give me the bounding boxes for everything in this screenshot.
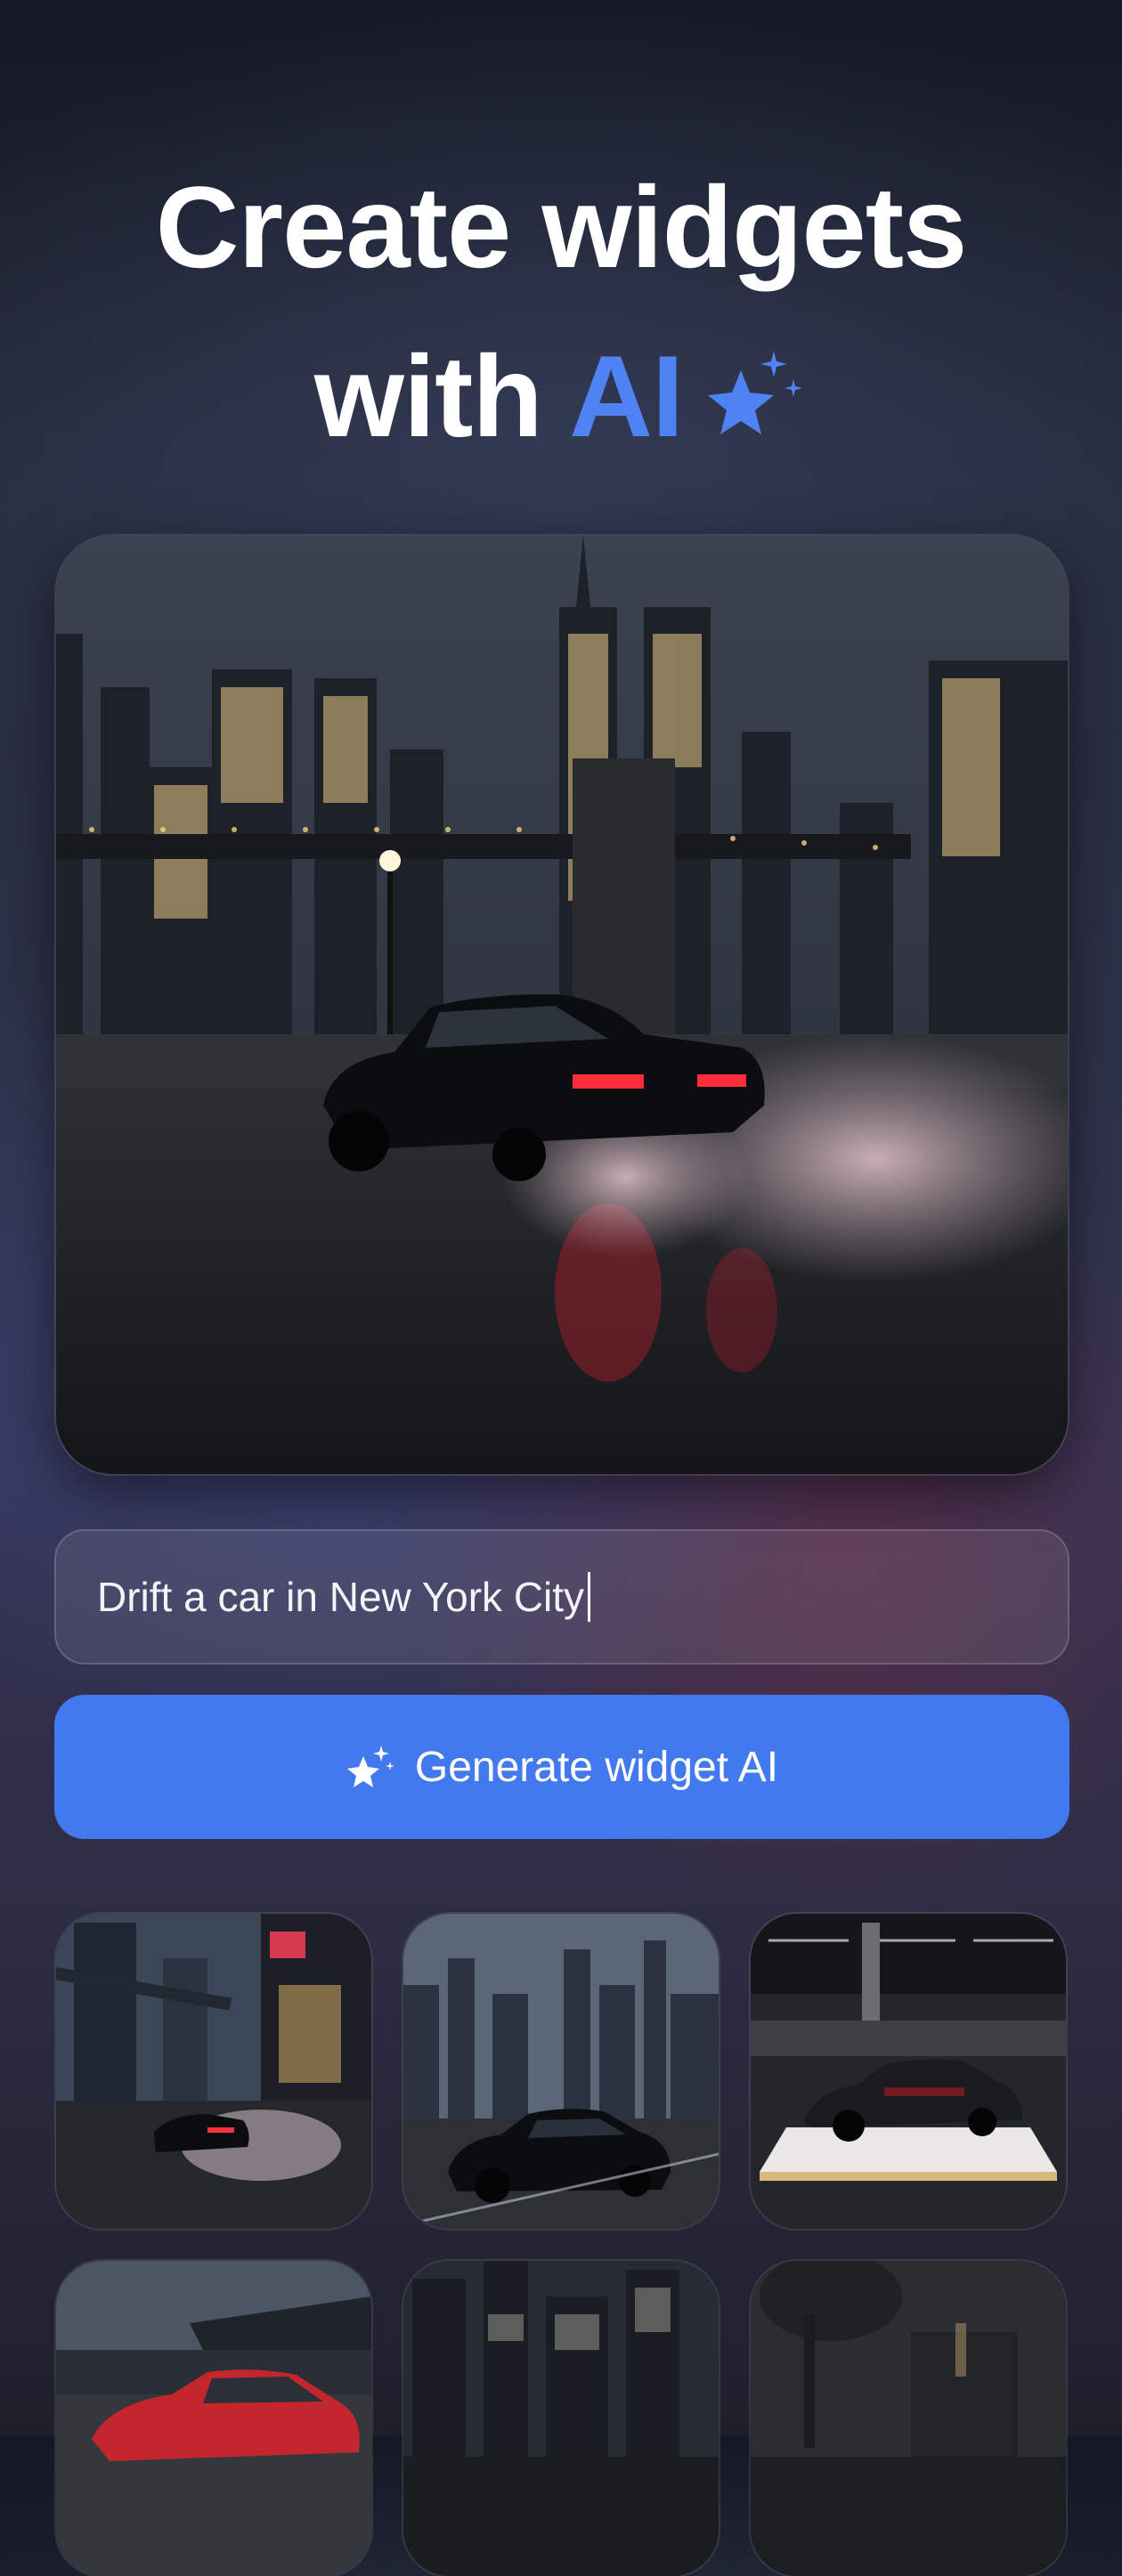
gallery-item-race-track[interactable] bbox=[56, 2261, 371, 2576]
sparkles-icon bbox=[708, 350, 803, 434]
generate-widget-label: Generate widget AI bbox=[414, 1743, 779, 1791]
preview-image bbox=[56, 536, 1068, 1474]
gallery-item-dark-plaza[interactable] bbox=[751, 2261, 1066, 2576]
gallery-item-showroom-car[interactable] bbox=[751, 1914, 1066, 2229]
generate-widget-button[interactable]: Generate widget AI bbox=[54, 1695, 1069, 1839]
prompt-input-text[interactable]: Drift a car in New York City bbox=[97, 1573, 584, 1621]
gallery-item-dark-city[interactable] bbox=[403, 2261, 719, 2576]
hero-title-with: with bbox=[313, 331, 543, 461]
prompt-input[interactable]: Drift a car in New York City bbox=[54, 1529, 1069, 1665]
hero-title-ai: AI bbox=[569, 331, 684, 461]
text-caret bbox=[588, 1572, 591, 1622]
hero-title-line-1: Create widgets bbox=[155, 162, 968, 292]
hero-title-line-2: with AI bbox=[0, 312, 1122, 481]
gallery-item-city-street[interactable] bbox=[56, 1914, 371, 2229]
gallery-item-skyline-car[interactable] bbox=[403, 1914, 719, 2229]
sparkles-icon bbox=[346, 1746, 394, 1787]
hero-title: Create widgets with AI bbox=[0, 142, 1122, 481]
